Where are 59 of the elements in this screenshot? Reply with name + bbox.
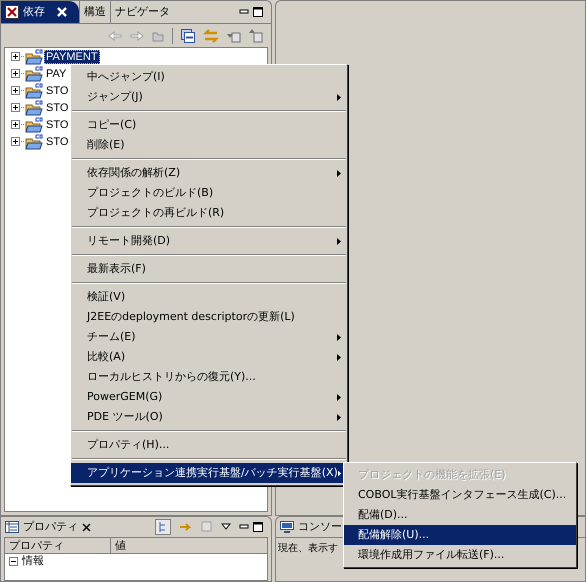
menu-item[interactable]: プロジェクトの再ビルド(R)	[71, 203, 347, 223]
tree-item[interactable]: PAY	[44, 66, 68, 80]
column-header[interactable]: 値	[111, 538, 267, 554]
menu-item[interactable]: PowerGEM(G)	[71, 387, 347, 407]
expand-icon[interactable]	[11, 69, 20, 78]
menu-item[interactable]: ローカルヒストリからの復元(Y)...	[71, 367, 347, 387]
column-header[interactable]: プロパティ	[5, 538, 111, 554]
maximize-icon[interactable]	[253, 522, 263, 532]
menu-item[interactable]: PDE ツール(O)	[71, 407, 347, 427]
tree-item[interactable]: STO	[44, 84, 70, 98]
maximize-icon[interactable]	[253, 7, 263, 17]
menu-item[interactable]: 比較(A)	[71, 347, 347, 367]
menu-item[interactable]: J2EEのdeployment descriptorの更新(L)	[71, 307, 347, 327]
menu-item[interactable]: 配備(D)...	[344, 505, 576, 525]
tree-item[interactable]: STO	[44, 134, 70, 148]
back-arrow-icon[interactable]	[108, 30, 122, 40]
up-document-icon[interactable]	[249, 28, 263, 42]
menu-item[interactable]: 検証(V)	[71, 287, 347, 307]
folder-icon	[25, 48, 43, 64]
view-tab[interactable]: 依存	[1, 1, 79, 23]
collapse-icon[interactable]	[9, 557, 18, 566]
view-tab[interactable]: コンソー	[298, 518, 342, 536]
menu-item[interactable]: 削除(E)	[71, 135, 347, 155]
property-label: 情報	[22, 553, 44, 570]
console-message: 現在、表示す	[278, 543, 338, 554]
view-icon	[5, 5, 19, 19]
expand-icon[interactable]	[11, 86, 20, 95]
collapse-all-icon[interactable]	[181, 28, 195, 42]
folder-icon	[25, 100, 43, 116]
expand-icon[interactable]	[11, 103, 20, 112]
menu-item[interactable]: 依存関係の解析(Z)	[71, 163, 347, 183]
menu-item[interactable]: プロパティ(H)...	[71, 435, 347, 455]
properties-icon	[5, 521, 19, 533]
forward-arrow-icon[interactable]	[130, 30, 144, 40]
menu-item[interactable]: コピー(C)	[71, 115, 347, 135]
folder-icon	[25, 116, 43, 132]
view-tab[interactable]: プロパティ	[23, 518, 78, 536]
menu-item[interactable]: リモート開発(D)	[71, 231, 347, 251]
expand-icon[interactable]	[11, 120, 20, 129]
folder-icon	[25, 82, 43, 98]
menu-item[interactable]: 環境作成用ファイル転送(F)...	[344, 545, 576, 565]
tree-toggle-icon[interactable]	[155, 519, 171, 535]
menu-item[interactable]: チーム(E)	[71, 327, 347, 347]
menu-item[interactable]: 中へジャンプ(I)	[71, 67, 347, 87]
expand-icon[interactable]	[11, 52, 20, 61]
expand-icon[interactable]	[11, 137, 20, 146]
menu-item[interactable]: 配備解除(U)...	[344, 525, 576, 545]
close-icon[interactable]	[82, 522, 91, 532]
menu-item[interactable]: ジャンプ(J)	[71, 87, 347, 107]
folder-icon	[25, 134, 43, 150]
tree-item[interactable]: STO	[44, 118, 70, 132]
tree-item[interactable]: PAYMENT	[44, 50, 100, 64]
tree-item[interactable]: STO	[44, 100, 70, 114]
menu-item[interactable]: COBOL実行基盤インタフェース生成(C)...	[344, 485, 576, 505]
monitor-icon	[280, 521, 294, 533]
folder-icon	[25, 66, 43, 82]
menu-item[interactable]: 最新表示(F)	[71, 259, 347, 279]
menu-item[interactable]: プロジェクトのビルド(B)	[71, 183, 347, 203]
view-menu-icon[interactable]	[221, 523, 231, 531]
